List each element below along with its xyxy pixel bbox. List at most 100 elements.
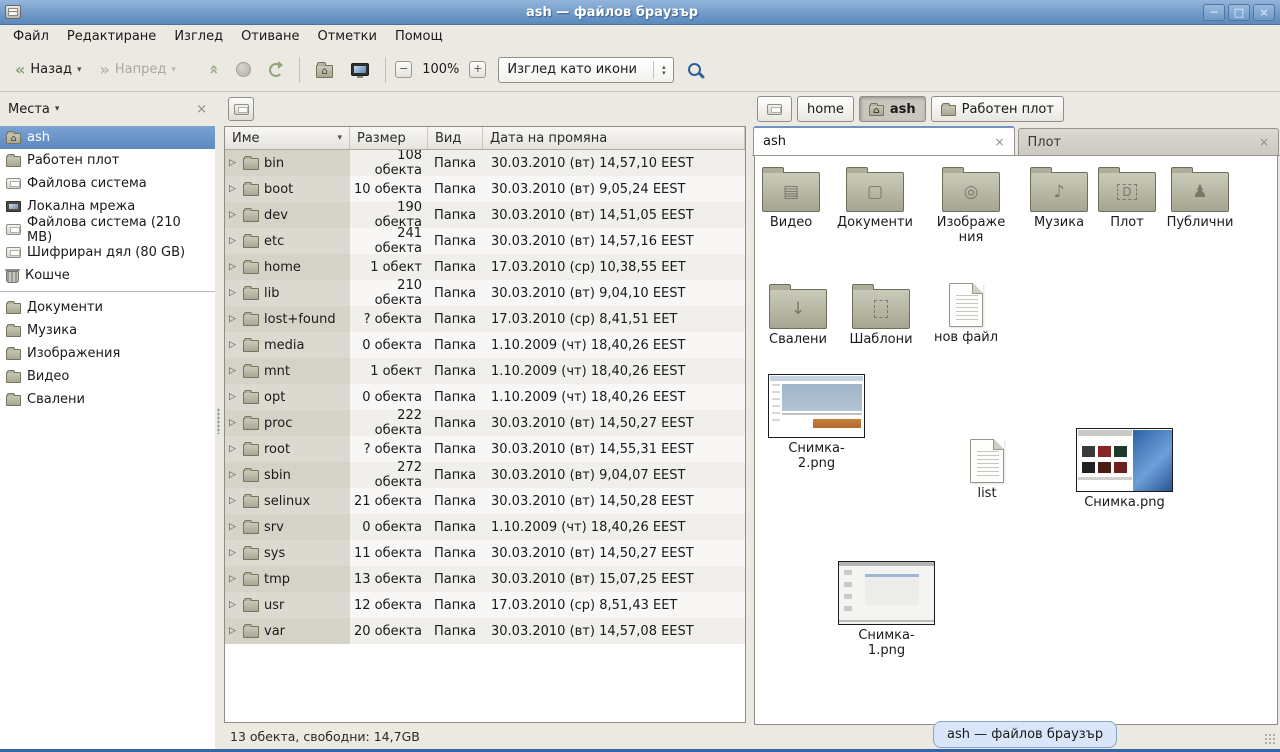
folder-item[interactable]: ↓Свалени bbox=[760, 283, 836, 348]
forward-button[interactable]: » Напред ▾ bbox=[92, 57, 182, 82]
pane-splitter[interactable] bbox=[215, 92, 222, 749]
root-location-button[interactable] bbox=[228, 97, 254, 121]
expander-icon[interactable]: ▷ bbox=[229, 288, 238, 298]
table-row[interactable]: ▷opt0 обектаПапка1.10.2009 (чт) 18,40,26… bbox=[225, 384, 745, 410]
folder-item[interactable]: Шаблони bbox=[843, 283, 919, 348]
column-header-date[interactable]: Дата на промяна bbox=[483, 127, 745, 149]
back-button[interactable]: « Назад ▾ bbox=[8, 57, 88, 82]
table-row[interactable]: ▷home1 обектПапка17.03.2010 (ср) 10,38,5… bbox=[225, 254, 745, 280]
sidebar-close-icon[interactable]: × bbox=[196, 102, 207, 117]
menu-item-help[interactable]: Помощ bbox=[386, 26, 452, 47]
tab-ash[interactable]: ash × bbox=[753, 126, 1015, 155]
table-row[interactable]: ▷sys11 обектаПапка30.03.2010 (вт) 14,50,… bbox=[225, 540, 745, 566]
table-row[interactable]: ▷lost+found? обектаПапка17.03.2010 (ср) … bbox=[225, 306, 745, 332]
expander-icon[interactable]: ▷ bbox=[229, 574, 238, 584]
computer-button[interactable] bbox=[344, 58, 376, 81]
expander-icon[interactable]: ▷ bbox=[229, 470, 238, 480]
folder-item[interactable]: ▤Видео bbox=[754, 166, 829, 231]
minimize-button[interactable]: ─ bbox=[1203, 4, 1225, 21]
expander-icon[interactable]: ▷ bbox=[229, 210, 238, 220]
table-row[interactable]: ▷proc222 обектаПапка30.03.2010 (вт) 14,5… bbox=[225, 410, 745, 436]
sidebar-item[interactable]: Шифриран дял (80 GB) bbox=[0, 241, 215, 264]
table-row[interactable]: ▷dev190 обектаПапка30.03.2010 (вт) 14,51… bbox=[225, 202, 745, 228]
folder-item[interactable]: ▢Документи bbox=[837, 166, 913, 231]
expander-icon[interactable]: ▷ bbox=[229, 522, 238, 532]
expander-icon[interactable]: ▷ bbox=[229, 392, 238, 402]
expander-icon[interactable]: ▷ bbox=[229, 158, 238, 168]
table-row[interactable]: ▷tmp13 обектаПапка30.03.2010 (вт) 15,07,… bbox=[225, 566, 745, 592]
table-row[interactable]: ▷boot10 обектаПапка30.03.2010 (вт) 9,05,… bbox=[225, 176, 745, 202]
image-item[interactable]: Снимка-2.png bbox=[768, 374, 865, 472]
search-icon[interactable] bbox=[688, 63, 701, 76]
chevron-down-icon[interactable]: ▾ bbox=[55, 104, 60, 114]
menu-item-file[interactable]: Файл bbox=[4, 26, 58, 47]
zoom-in-button[interactable]: + bbox=[469, 61, 486, 78]
table-row[interactable]: ▷srv0 обектаПапка1.10.2009 (чт) 18,40,26… bbox=[225, 514, 745, 540]
back-history-chevron-icon[interactable]: ▾ bbox=[77, 65, 82, 75]
expander-icon[interactable]: ▷ bbox=[229, 444, 238, 454]
breadcrumb-desktop-button[interactable]: Работен плот bbox=[931, 96, 1064, 122]
expander-icon[interactable]: ▷ bbox=[229, 262, 238, 272]
expander-icon[interactable]: ▷ bbox=[229, 184, 238, 194]
breadcrumb-ash-button[interactable]: ash bbox=[859, 96, 926, 122]
sidebar-item[interactable]: Музика bbox=[0, 319, 215, 342]
menu-item-view[interactable]: Изглед bbox=[165, 26, 232, 47]
tab-close-icon[interactable]: × bbox=[994, 135, 1004, 149]
menu-item-go[interactable]: Отиване bbox=[232, 26, 308, 47]
file-item[interactable]: нов файл bbox=[926, 280, 1006, 346]
expander-icon[interactable]: ▷ bbox=[229, 600, 238, 610]
breadcrumb-root-button[interactable] bbox=[757, 96, 792, 122]
close-button[interactable]: × bbox=[1253, 4, 1275, 21]
column-header-size[interactable]: Размер bbox=[350, 127, 428, 149]
table-row[interactable]: ▷usr12 обектаПапка17.03.2010 (ср) 8,51,4… bbox=[225, 592, 745, 618]
expander-icon[interactable]: ▷ bbox=[229, 496, 238, 506]
stop-button[interactable] bbox=[229, 57, 258, 82]
column-header-kind[interactable]: Вид bbox=[428, 127, 483, 149]
table-row[interactable]: ▷root? обектаПапка30.03.2010 (вт) 14,55,… bbox=[225, 436, 745, 462]
tab-close-icon[interactable]: × bbox=[1259, 135, 1269, 149]
sidebar-item[interactable]: Изображения bbox=[0, 342, 215, 365]
view-mode-select[interactable]: Изглед като икони ▴▾ bbox=[498, 57, 674, 83]
home-button[interactable] bbox=[309, 57, 340, 83]
expander-icon[interactable]: ▷ bbox=[229, 626, 238, 636]
reload-button[interactable] bbox=[262, 58, 290, 82]
table-row[interactable]: ▷media0 обектаПапка1.10.2009 (чт) 18,40,… bbox=[225, 332, 745, 358]
maximize-button[interactable]: □ bbox=[1228, 4, 1250, 21]
breadcrumb-home-button[interactable]: home bbox=[797, 96, 854, 122]
zoom-out-button[interactable]: − bbox=[395, 61, 412, 78]
expander-icon[interactable]: ▷ bbox=[229, 418, 238, 428]
image-item[interactable]: Снимка.png bbox=[1076, 428, 1173, 511]
folder-item[interactable]: ♟Публични bbox=[1162, 166, 1238, 231]
table-row[interactable]: ▷var20 обектаПапка30.03.2010 (вт) 14,57,… bbox=[225, 618, 745, 644]
sidebar-item[interactable]: Кошче bbox=[0, 264, 215, 287]
sidebar-title[interactable]: Места bbox=[8, 102, 50, 117]
sidebar-item[interactable]: Файлова система (210 MB) bbox=[0, 218, 215, 241]
expander-icon[interactable]: ▷ bbox=[229, 340, 238, 350]
up-button[interactable]: » bbox=[201, 55, 225, 84]
sidebar-item[interactable]: ash bbox=[0, 126, 215, 149]
sidebar-item[interactable]: Файлова система bbox=[0, 172, 215, 195]
folder-item[interactable]: ◎Изображения bbox=[933, 166, 1009, 246]
tab-desktop[interactable]: Плот × bbox=[1018, 128, 1280, 155]
folder-item[interactable]: ♪Музика bbox=[1021, 166, 1097, 231]
expander-icon[interactable]: ▷ bbox=[229, 548, 238, 558]
expander-icon[interactable]: ▷ bbox=[229, 236, 238, 246]
menu-item-edit[interactable]: Редактиране bbox=[58, 26, 165, 47]
table-row[interactable]: ▷etc241 обектаПапка30.03.2010 (вт) 14,57… bbox=[225, 228, 745, 254]
sidebar-item[interactable]: Видео bbox=[0, 365, 215, 388]
file-item[interactable]: list bbox=[947, 436, 1027, 502]
table-row[interactable]: ▷lib210 обектаПапка30.03.2010 (вт) 9,04,… bbox=[225, 280, 745, 306]
image-item[interactable]: Снимка-1.png bbox=[838, 561, 935, 659]
folder-item[interactable]: DПлот bbox=[1089, 166, 1165, 231]
expander-icon[interactable]: ▷ bbox=[229, 314, 238, 324]
table-row[interactable]: ▷sbin272 обектаПапка30.03.2010 (вт) 9,04… bbox=[225, 462, 745, 488]
sidebar-item[interactable]: Документи bbox=[0, 296, 215, 319]
sidebar-item[interactable]: Работен плот bbox=[0, 149, 215, 172]
table-row[interactable]: ▷selinux21 обектаПапка30.03.2010 (вт) 14… bbox=[225, 488, 745, 514]
resize-grip[interactable] bbox=[1264, 733, 1276, 744]
column-header-name[interactable]: Име ▾ bbox=[225, 127, 350, 149]
table-row[interactable]: ▷bin108 обектаПапка30.03.2010 (вт) 14,57… bbox=[225, 150, 745, 176]
sidebar-item[interactable]: Свалени bbox=[0, 388, 215, 411]
expander-icon[interactable]: ▷ bbox=[229, 366, 238, 376]
table-row[interactable]: ▷mnt1 обектПапка1.10.2009 (чт) 18,40,26 … bbox=[225, 358, 745, 384]
